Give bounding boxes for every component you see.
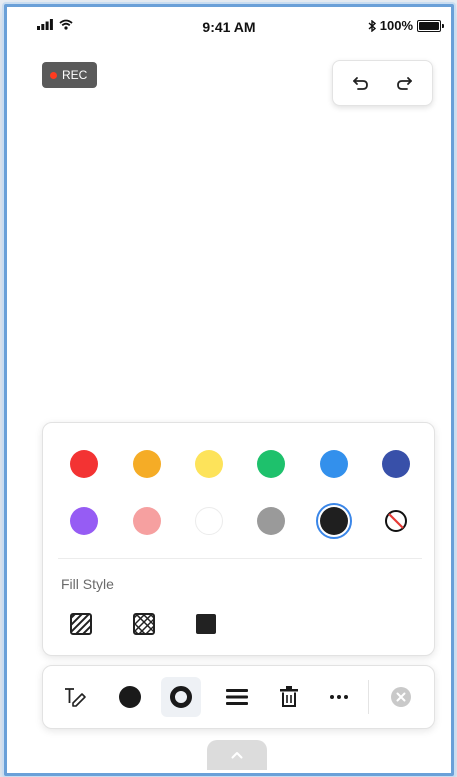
delete-button[interactable] bbox=[269, 677, 309, 717]
solid-fill-button[interactable] bbox=[195, 613, 217, 635]
color-swatch-black[interactable] bbox=[320, 507, 348, 535]
crosshatch-fill-button[interactable] bbox=[133, 613, 155, 635]
status-right: 100% bbox=[368, 18, 444, 33]
text-tool-icon bbox=[65, 688, 86, 707]
color-swatch-gray[interactable] bbox=[257, 507, 285, 535]
hatch-fill-button[interactable] bbox=[70, 613, 92, 635]
battery-icon bbox=[417, 19, 444, 32]
bluetooth-icon bbox=[368, 19, 376, 32]
history-controls bbox=[332, 60, 433, 106]
fill-dot-icon bbox=[119, 686, 141, 708]
record-dot-icon bbox=[50, 71, 57, 79]
recording-label: REC bbox=[62, 68, 88, 82]
hatch-fill-icon bbox=[70, 613, 92, 635]
recording-badge[interactable]: REC bbox=[42, 62, 98, 88]
color-swatch-yellow[interactable] bbox=[195, 450, 223, 478]
close-toolbar-button[interactable] bbox=[381, 677, 421, 717]
line-style-button[interactable] bbox=[217, 677, 257, 717]
solid-fill-icon bbox=[196, 614, 216, 634]
toolbar-separator bbox=[368, 680, 369, 714]
stroke-ring-icon bbox=[170, 686, 192, 708]
text-tool-button[interactable] bbox=[55, 677, 95, 717]
color-swatch-indigo[interactable] bbox=[382, 450, 410, 478]
undo-button[interactable] bbox=[345, 67, 377, 99]
color-swatch-green[interactable] bbox=[257, 450, 285, 478]
battery-percent: 100% bbox=[379, 18, 413, 33]
crosshatch-fill-icon bbox=[133, 613, 155, 635]
color-swatch-purple[interactable] bbox=[70, 507, 98, 535]
undo-icon bbox=[352, 77, 368, 90]
trash-icon bbox=[280, 686, 298, 707]
close-icon bbox=[391, 687, 411, 707]
color-swatch-none[interactable] bbox=[382, 507, 410, 535]
no-color-icon bbox=[385, 510, 407, 532]
app-frame: 9:41 AM 100% REC Fill Style bbox=[4, 4, 454, 776]
color-swatch-orange[interactable] bbox=[133, 450, 161, 478]
color-swatch-blue[interactable] bbox=[320, 450, 348, 478]
fill-style-label: Fill Style bbox=[61, 576, 114, 592]
more-options-button[interactable] bbox=[319, 677, 359, 717]
status-bar: 9:41 AM 100% bbox=[7, 7, 451, 47]
stroke-toggle-button[interactable] bbox=[161, 677, 201, 717]
expand-panel-tab[interactable] bbox=[207, 740, 267, 770]
lines-icon bbox=[226, 689, 248, 705]
more-icon bbox=[330, 695, 348, 699]
chevron-up-icon bbox=[231, 752, 243, 759]
style-panel: Fill Style bbox=[42, 422, 435, 656]
color-swatch-pink[interactable] bbox=[133, 507, 161, 535]
color-swatch-red[interactable] bbox=[70, 450, 98, 478]
panel-divider bbox=[58, 558, 422, 559]
color-swatch-white[interactable] bbox=[195, 507, 223, 535]
redo-button[interactable] bbox=[388, 67, 420, 99]
fill-toggle-button[interactable] bbox=[110, 677, 150, 717]
bottom-toolbar bbox=[42, 665, 435, 729]
redo-icon bbox=[397, 77, 413, 90]
